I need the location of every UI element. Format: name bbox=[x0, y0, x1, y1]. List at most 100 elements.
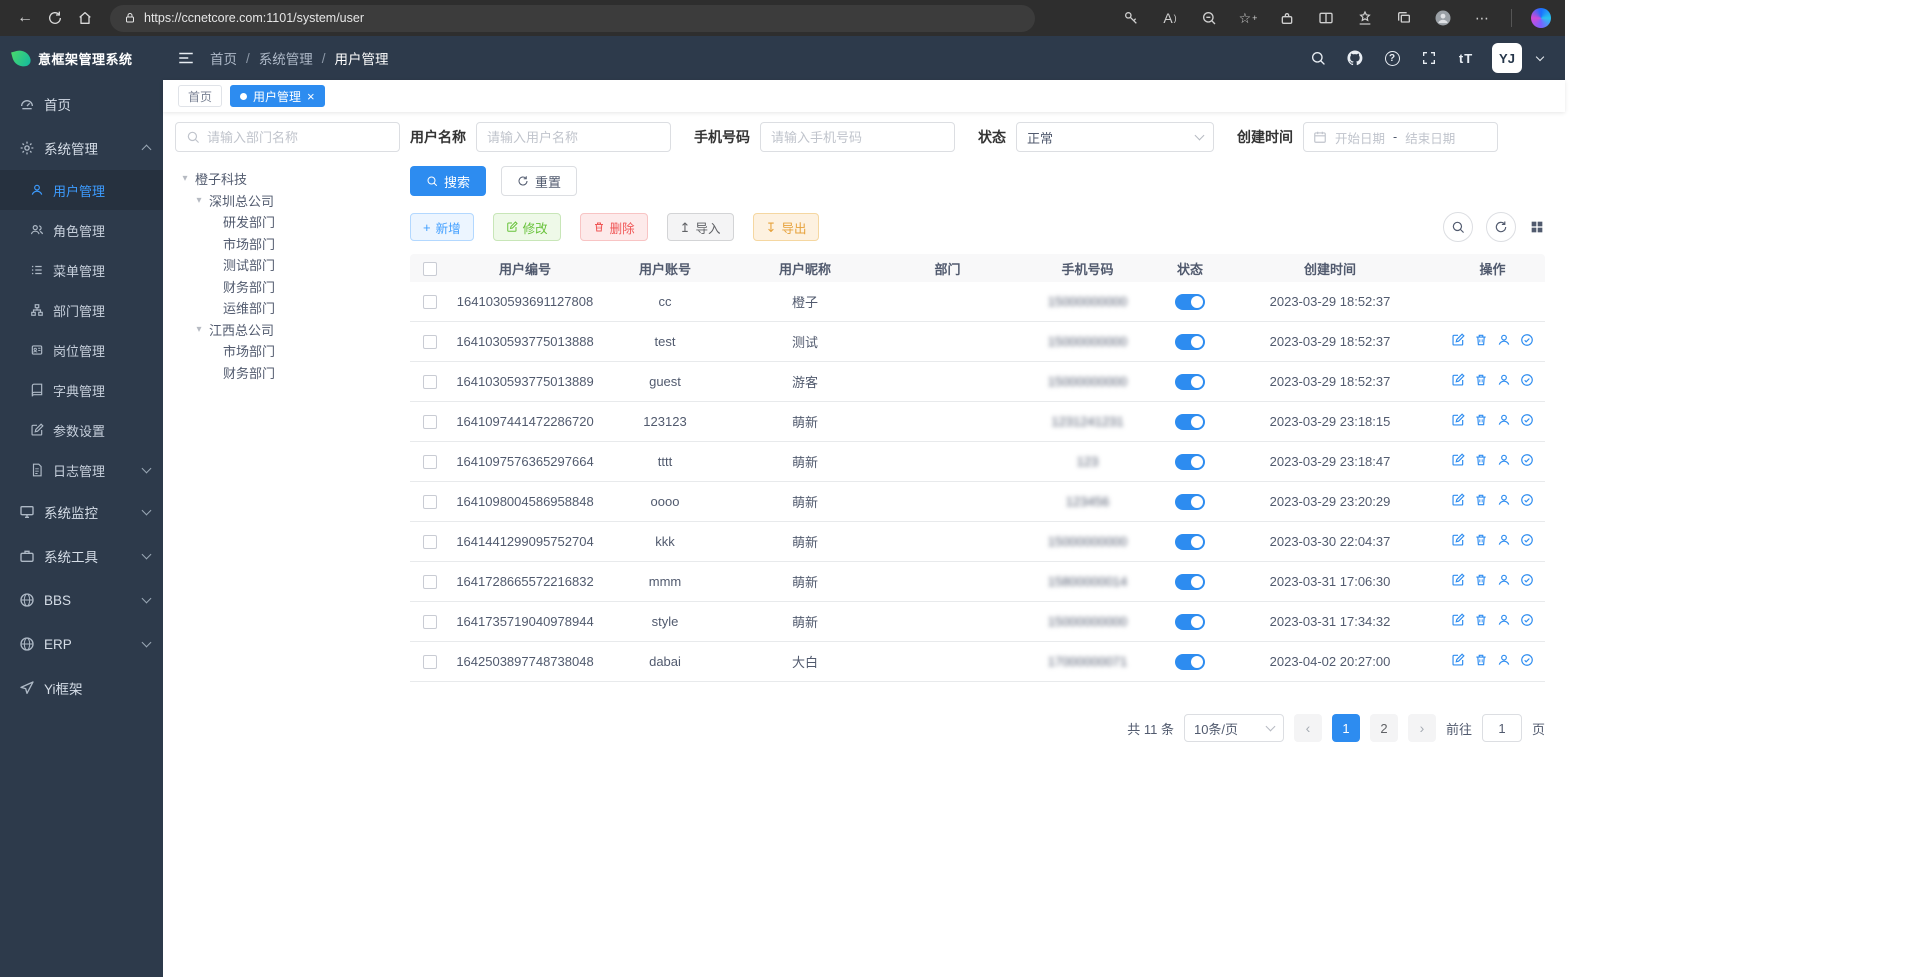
row-edit-icon[interactable] bbox=[1451, 453, 1465, 467]
modify-button[interactable]: 修改 bbox=[493, 213, 561, 241]
tree-node[interactable]: 财务部门 bbox=[175, 362, 400, 384]
row-assign-role-icon[interactable] bbox=[1520, 613, 1534, 627]
tab-home[interactable]: 首页 bbox=[178, 85, 222, 107]
goto-page-input[interactable] bbox=[1482, 714, 1522, 742]
search-button[interactable]: 搜索 bbox=[410, 166, 486, 196]
row-delete-icon[interactable] bbox=[1474, 533, 1488, 547]
zoom-icon[interactable] bbox=[1199, 6, 1219, 30]
browser-profile-icon[interactable] bbox=[1433, 6, 1453, 30]
prev-page-button[interactable]: ‹ bbox=[1294, 714, 1322, 742]
sidebar-item-system-tools[interactable]: 系统工具 bbox=[0, 534, 163, 578]
sidebar-item-log-management[interactable]: 日志管理 bbox=[0, 450, 163, 490]
sidebar-item-dept-management[interactable]: 部门管理 bbox=[0, 290, 163, 330]
table-search-toggle-button[interactable] bbox=[1443, 212, 1473, 242]
delete-button[interactable]: 删除 bbox=[580, 213, 648, 241]
table-columns-button[interactable] bbox=[1529, 219, 1545, 235]
tree-node[interactable]: ▾深圳总公司 bbox=[175, 190, 400, 212]
tree-node[interactable]: 市场部门 bbox=[175, 340, 400, 362]
tree-node[interactable]: ▾橙子科技 bbox=[175, 168, 400, 190]
row-checkbox[interactable] bbox=[423, 575, 437, 589]
font-size-icon[interactable]: tT bbox=[1455, 47, 1477, 69]
tree-node[interactable]: 测试部门 bbox=[175, 254, 400, 276]
row-delete-icon[interactable] bbox=[1474, 333, 1488, 347]
browser-back-button[interactable]: ← bbox=[10, 4, 40, 32]
status-toggle[interactable] bbox=[1175, 414, 1205, 430]
sidebar-item-system-monitor[interactable]: 系统监控 bbox=[0, 490, 163, 534]
row-checkbox[interactable] bbox=[423, 415, 437, 429]
tree-node[interactable]: 运维部门 bbox=[175, 297, 400, 319]
row-delete-icon[interactable] bbox=[1474, 613, 1488, 627]
row-assign-role-icon[interactable] bbox=[1520, 333, 1534, 347]
tree-node[interactable]: 财务部门 bbox=[175, 276, 400, 298]
next-page-button[interactable]: › bbox=[1408, 714, 1436, 742]
breadcrumb-item[interactable]: 系统管理 bbox=[259, 48, 313, 68]
reset-button[interactable]: 重置 bbox=[501, 166, 577, 196]
row-reset-password-icon[interactable] bbox=[1497, 373, 1511, 387]
status-toggle[interactable] bbox=[1175, 574, 1205, 590]
sidebar-item-post-management[interactable]: 岗位管理 bbox=[0, 330, 163, 370]
sidebar-item-bbs[interactable]: BBS bbox=[0, 578, 163, 622]
row-reset-password-icon[interactable] bbox=[1497, 493, 1511, 507]
row-checkbox[interactable] bbox=[423, 455, 437, 469]
phone-input[interactable] bbox=[760, 122, 955, 152]
sidebar-item-role-management[interactable]: 角色管理 bbox=[0, 210, 163, 250]
export-button[interactable]: ↧导出 bbox=[753, 213, 820, 241]
tab-user-management[interactable]: 用户管理 × bbox=[230, 85, 325, 107]
sidebar-item-menu-management[interactable]: 菜单管理 bbox=[0, 250, 163, 290]
row-edit-icon[interactable] bbox=[1451, 493, 1465, 507]
favorite-add-icon[interactable]: ☆+ bbox=[1238, 6, 1258, 30]
row-reset-password-icon[interactable] bbox=[1497, 413, 1511, 427]
row-edit-icon[interactable] bbox=[1451, 533, 1465, 547]
copilot-icon[interactable] bbox=[1531, 6, 1551, 30]
search-icon[interactable] bbox=[1307, 47, 1329, 69]
date-range-picker[interactable]: 开始日期 - 结束日期 bbox=[1303, 122, 1498, 152]
favorites-bar-icon[interactable] bbox=[1355, 6, 1375, 30]
status-toggle[interactable] bbox=[1175, 334, 1205, 350]
github-icon[interactable] bbox=[1344, 47, 1366, 69]
row-assign-role-icon[interactable] bbox=[1520, 653, 1534, 667]
status-select[interactable]: 正常 bbox=[1016, 122, 1214, 152]
more-icon[interactable]: ⋯ bbox=[1472, 6, 1492, 30]
extensions-icon[interactable] bbox=[1277, 6, 1297, 30]
select-all-checkbox[interactable] bbox=[423, 262, 437, 276]
row-checkbox[interactable] bbox=[423, 335, 437, 349]
sidebar-item-user-management[interactable]: 用户管理 bbox=[0, 170, 163, 210]
row-assign-role-icon[interactable] bbox=[1520, 453, 1534, 467]
read-aloud-icon[interactable]: A) bbox=[1160, 6, 1180, 30]
address-bar[interactable]: https://ccnetcore.com:1101/system/user bbox=[110, 5, 1035, 32]
tab-close-icon[interactable]: × bbox=[307, 90, 315, 103]
status-toggle[interactable] bbox=[1175, 534, 1205, 550]
row-delete-icon[interactable] bbox=[1474, 413, 1488, 427]
row-checkbox[interactable] bbox=[423, 375, 437, 389]
sidebar-item-param-settings[interactable]: 参数设置 bbox=[0, 410, 163, 450]
row-checkbox[interactable] bbox=[423, 535, 437, 549]
row-delete-icon[interactable] bbox=[1474, 573, 1488, 587]
breadcrumb-item[interactable]: 首页 bbox=[210, 48, 237, 68]
tree-node[interactable]: ▾江西总公司 bbox=[175, 319, 400, 341]
status-toggle[interactable] bbox=[1175, 654, 1205, 670]
sidebar-item-dict-management[interactable]: 字典管理 bbox=[0, 370, 163, 410]
password-key-icon[interactable] bbox=[1121, 6, 1141, 30]
status-toggle[interactable] bbox=[1175, 294, 1205, 310]
row-delete-icon[interactable] bbox=[1474, 493, 1488, 507]
sidebar-item-yi-framework[interactable]: Yi框架 bbox=[0, 666, 163, 710]
add-button[interactable]: +新增 bbox=[410, 213, 474, 241]
user-avatar[interactable]: YJ bbox=[1492, 43, 1522, 73]
row-delete-icon[interactable] bbox=[1474, 653, 1488, 667]
status-toggle[interactable] bbox=[1175, 494, 1205, 510]
status-toggle[interactable] bbox=[1175, 454, 1205, 470]
row-reset-password-icon[interactable] bbox=[1497, 573, 1511, 587]
row-edit-icon[interactable] bbox=[1451, 373, 1465, 387]
import-button[interactable]: ↥导入 bbox=[667, 213, 734, 241]
row-reset-password-icon[interactable] bbox=[1497, 613, 1511, 627]
row-assign-role-icon[interactable] bbox=[1520, 493, 1534, 507]
row-checkbox[interactable] bbox=[423, 615, 437, 629]
sidebar-item-system-management[interactable]: 系统管理 bbox=[0, 126, 163, 170]
row-reset-password-icon[interactable] bbox=[1497, 533, 1511, 547]
tree-node[interactable]: 研发部门 bbox=[175, 211, 400, 233]
row-edit-icon[interactable] bbox=[1451, 653, 1465, 667]
row-reset-password-icon[interactable] bbox=[1497, 453, 1511, 467]
split-screen-icon[interactable] bbox=[1316, 6, 1336, 30]
status-toggle[interactable] bbox=[1175, 614, 1205, 630]
row-delete-icon[interactable] bbox=[1474, 453, 1488, 467]
